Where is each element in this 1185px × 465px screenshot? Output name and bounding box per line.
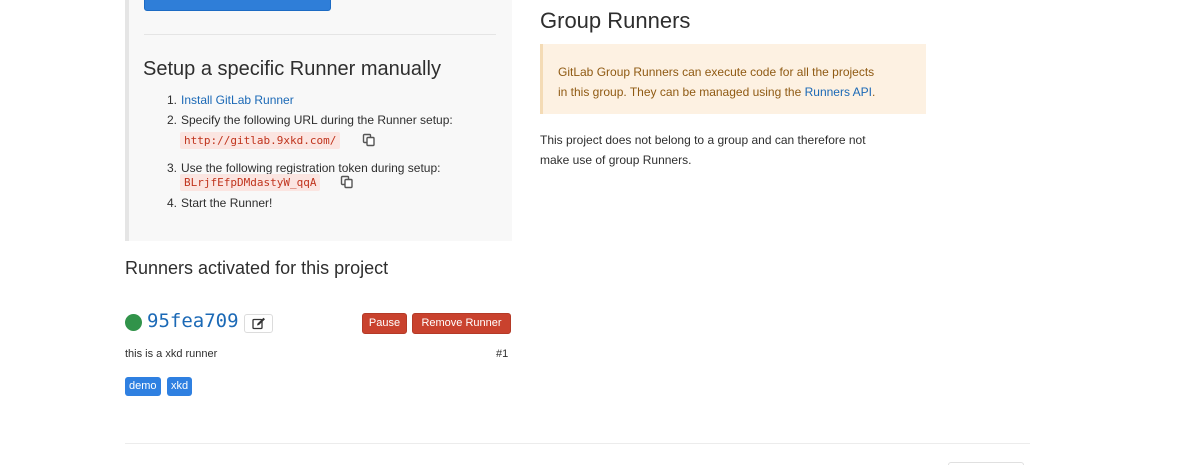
step-text: Start the Runner! (181, 196, 273, 210)
note-line: make use of group Runners. (540, 153, 692, 167)
group-runners-title: Group Runners (540, 8, 691, 33)
install-runner-link[interactable]: Install GitLab Runner (181, 93, 294, 107)
runner-id-link[interactable]: 95fea709 (147, 310, 239, 332)
edit-runner-button[interactable] (244, 314, 273, 333)
runner-number: #1 (496, 348, 509, 360)
info-line: in this group. They can be managed using… (558, 82, 912, 102)
step-text: Specify the following URL during the Run… (181, 113, 453, 127)
step-text: Use the following registration token dur… (181, 161, 441, 175)
runner-description: this is a xkd runner (125, 348, 218, 360)
runner-tag: xkd (167, 377, 193, 396)
step-number: 1. (167, 93, 178, 107)
pause-runner-button[interactable]: Pause (362, 313, 407, 334)
runners-api-link[interactable]: Runners API (805, 85, 872, 99)
group-runners-info-box: GitLab Group Runners can execute code fo… (540, 44, 926, 114)
info-line: GitLab Group Runners can execute code fo… (558, 65, 875, 79)
group-runners-note: This project does not belong to a group … (540, 130, 866, 170)
runners-activated-title: Runners activated for this project (125, 258, 389, 278)
registration-token-code: BLrjfEfpDMdastyW_qqA (180, 174, 321, 191)
section-divider (125, 443, 1030, 444)
setup-title: Setup a specific Runner manually (143, 58, 441, 80)
step-number: 2. (167, 113, 178, 127)
setup-step-2: 2. Specify the following URL during the R… (167, 113, 453, 127)
setup-step-4: 4. Start the Runner! (167, 196, 272, 210)
note-line: This project does not belong to a group … (540, 133, 866, 147)
info-suffix: . (871, 85, 876, 99)
runners-settings-page: Setup a specific Runner manually 1. Insta… (0, 0, 1185, 465)
step-number: 4. (167, 196, 178, 210)
top-action-button[interactable] (144, 0, 331, 11)
setup-step-1: 1. Install GitLab Runner (167, 93, 294, 107)
remove-runner-button[interactable]: Remove Runner (412, 313, 511, 334)
coordinator-url-code: http://gitlab.9xkd.com/ (180, 132, 341, 149)
step-number: 3. (167, 161, 178, 175)
copy-icon[interactable] (340, 175, 354, 189)
edit-icon (251, 317, 265, 330)
runner-status-icon (125, 314, 142, 331)
copy-icon[interactable] (362, 133, 376, 147)
setup-step-3: 3. Use the following registration token d… (167, 161, 440, 175)
panel-divider (144, 34, 496, 35)
info-text: in this group. They can be managed using… (558, 85, 805, 99)
runner-tag: demo (125, 377, 161, 396)
